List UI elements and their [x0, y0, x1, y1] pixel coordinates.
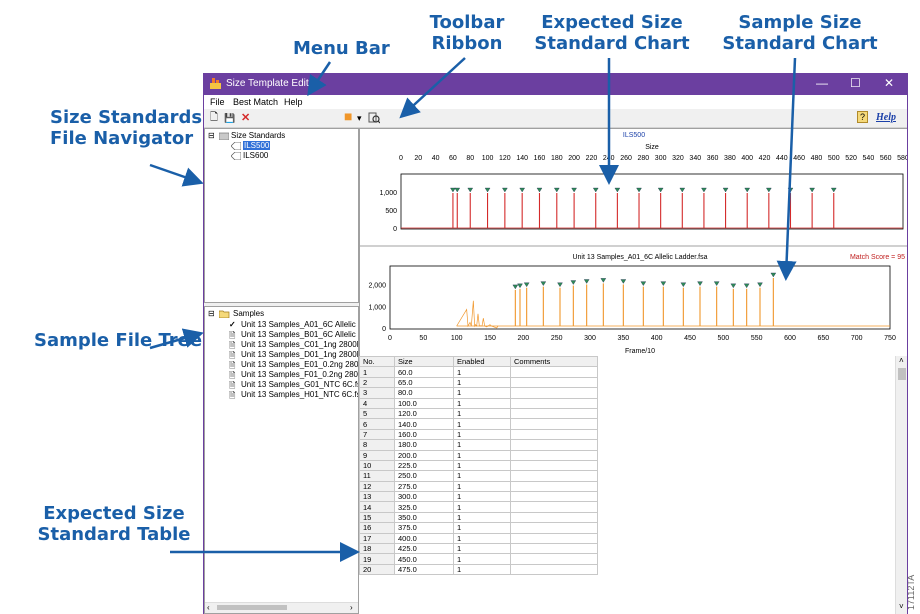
arrow-navigator [149, 163, 204, 187]
arrow-sample-chart [776, 57, 797, 281]
arrow-sample-tree [149, 328, 204, 350]
callout-arrows [149, 57, 797, 562]
arrow-toolbar [399, 57, 466, 119]
arrow-menu-bar [307, 61, 332, 97]
